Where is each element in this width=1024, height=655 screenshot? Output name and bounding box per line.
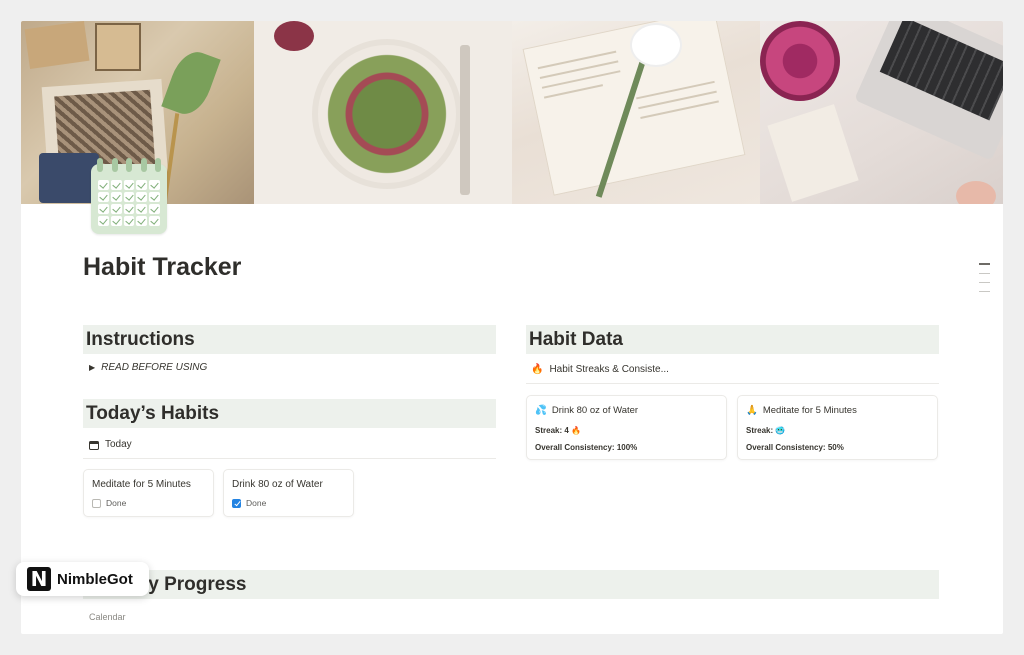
cover-panel-laptop [760,21,1003,204]
water-droplets-icon: 💦 [535,405,547,416]
cover-panel-salad [254,21,512,204]
stat-card-title: Drink 80 oz of Water [551,405,639,416]
done-checkbox[interactable] [92,498,101,508]
consistency-value: 100% [616,443,638,452]
stat-card-meditate[interactable]: 🙏 Meditate for 5 Minutes Streak: 🥶 Overa… [737,395,938,460]
todays-habits-view-label: Today [105,439,132,450]
stat-card-water[interactable]: 💦 Drink 80 oz of Water Streak: 4 🔥 Overa… [526,395,727,460]
done-label: Done [246,498,267,508]
notion-page: Habit Tracker Instructions ▶ READ BEFORE… [21,21,1003,634]
habit-card-water[interactable]: Drink 80 oz of Water Done [223,469,354,517]
habit-card-title: Meditate for 5 Minutes [92,479,191,490]
nimblegot-name: NimbleGot [57,570,133,588]
fire-icon: 🔥 [531,364,544,375]
streak-label: Streak: [746,426,774,435]
nimblegot-watermark: N NimbleGot [16,562,149,596]
done-label: Done [106,498,127,508]
instructions-toggle[interactable]: ▶ READ BEFORE USING [89,362,207,373]
cold-face-icon: 🥶 [775,426,786,435]
habit-card-title: Drink 80 oz of Water [232,479,323,490]
cover-panel-book [512,21,760,204]
nimblegot-logo-icon: N [27,567,51,591]
divider [83,458,496,459]
instructions-toggle-label: READ BEFORE USING [101,362,208,373]
fire-icon: 🔥 [571,426,582,435]
streak-value: 4 [564,426,569,435]
table-of-contents-outline[interactable] [979,263,990,300]
instructions-heading[interactable]: Instructions [83,325,496,354]
habit-data-view-tab[interactable]: 🔥 Habit Streaks & Consiste... [531,364,669,375]
todays-habits-heading[interactable]: Today’s Habits [83,399,496,428]
monthly-progress-heading[interactable]: Monthly Progress [83,570,939,599]
monthly-progress-view-tab[interactable]: Calendar [89,612,126,622]
consistency-value: 50% [827,443,844,452]
consistency-label: Overall Consistency: [535,443,615,452]
toggle-arrow-icon[interactable]: ▶ [89,363,95,372]
divider [526,383,939,384]
consistency-label: Overall Consistency: [746,443,826,452]
monthly-progress-view-label: Calendar [89,612,126,622]
praying-hands-icon: 🙏 [746,405,758,416]
page-title[interactable]: Habit Tracker [83,253,241,282]
done-checkbox-checked[interactable] [232,498,241,508]
todays-habits-view-tab[interactable]: Today [89,439,132,450]
stat-card-title: Meditate for 5 Minutes [762,405,857,416]
cover-image[interactable] [21,21,1003,204]
habit-calendar-icon[interactable] [91,158,167,234]
habit-card-meditate[interactable]: Meditate for 5 Minutes Done [83,469,214,517]
calendar-icon [89,440,99,450]
streak-label: Streak: [535,426,563,435]
habit-data-heading[interactable]: Habit Data [526,325,939,354]
habit-data-view-label: Habit Streaks & Consiste... [549,364,669,375]
